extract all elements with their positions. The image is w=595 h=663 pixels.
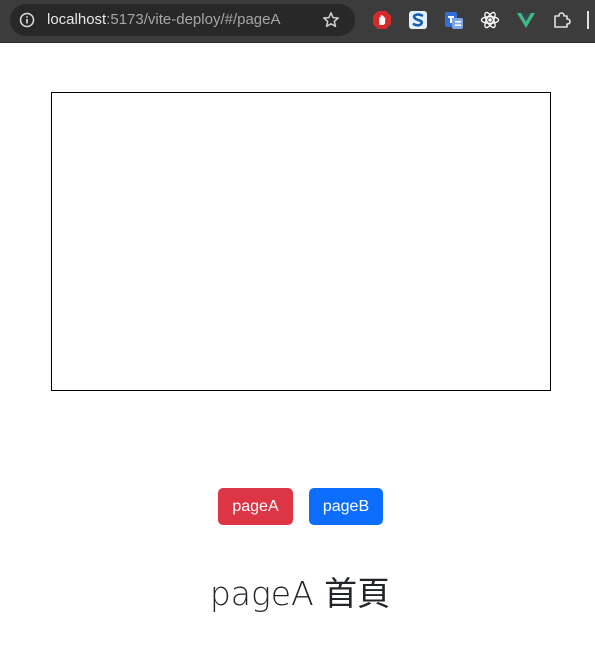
url-path: :5173/vite-deploy/#/pageA (106, 11, 281, 28)
react-devtools-icon[interactable] (480, 10, 500, 30)
url-text[interactable]: localhost:5173/vite-deploy/#/pageA (47, 11, 281, 29)
info-icon[interactable] (19, 12, 35, 28)
address-bar[interactable]: localhost:5173/vite-deploy/#/pageA (10, 4, 355, 36)
extensions-puzzle-icon[interactable] (552, 10, 572, 30)
vue-devtools-icon[interactable] (516, 10, 536, 30)
url-host: localhost (47, 11, 107, 28)
adblock-icon[interactable] (372, 10, 392, 30)
browser-toolbar: localhost:5173/vite-deploy/#/pageA (0, 0, 595, 43)
bookmark-star-icon[interactable] (322, 11, 340, 29)
s-extension-icon[interactable] (408, 10, 428, 30)
content-frame (51, 92, 551, 391)
page-title: pageA 首頁 (209, 574, 391, 613)
page-a-button[interactable]: pageA (218, 488, 293, 525)
toolbar-divider (587, 11, 589, 29)
translate-extension-icon[interactable] (444, 10, 464, 30)
page-b-button[interactable]: pageB (309, 488, 383, 525)
